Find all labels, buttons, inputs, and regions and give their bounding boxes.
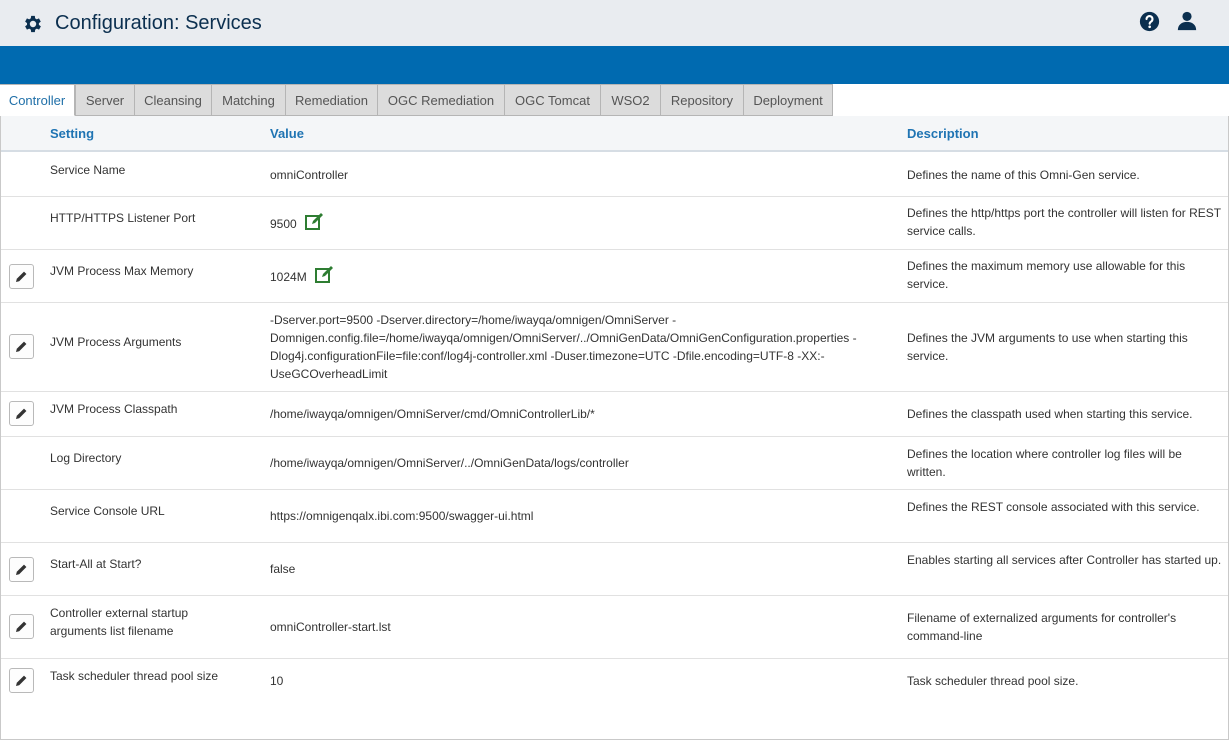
column-header-setting[interactable]: Setting xyxy=(50,126,94,141)
service-tabs: Controller Server Cleansing Matching Rem… xyxy=(0,84,1229,116)
column-header-description[interactable]: Description xyxy=(907,126,979,141)
table-row: Start-All at Start? false Enables starti… xyxy=(1,543,1228,596)
tab-controller[interactable]: Controller xyxy=(0,84,75,116)
setting-description: Defines the classpath used when starting… xyxy=(907,407,1193,421)
edit-value-icon[interactable] xyxy=(304,213,325,231)
setting-description: Defines the name of this Omni-Gen servic… xyxy=(907,168,1140,182)
pencil-icon xyxy=(16,621,27,632)
tab-matching[interactable]: Matching xyxy=(211,84,286,116)
setting-name: Service Name xyxy=(50,163,126,177)
edit-value-icon[interactable] xyxy=(314,266,335,284)
setting-name: Service Console URL xyxy=(50,504,165,518)
setting-value: omniController xyxy=(270,168,349,182)
setting-description: Defines the http/https port the controll… xyxy=(907,206,1221,238)
tab-cleansing[interactable]: Cleansing xyxy=(134,84,212,116)
setting-description: Task scheduler thread pool size. xyxy=(907,674,1079,688)
user-icon[interactable] xyxy=(1176,10,1198,32)
table-header: Setting Value Description xyxy=(1,116,1228,152)
setting-description: Enables starting all services after Cont… xyxy=(907,553,1222,567)
table-row: Log Directory /home/iwayqa/omnigen/OmniS… xyxy=(1,437,1228,490)
tab-remediation[interactable]: Remediation xyxy=(285,84,378,116)
table-row: Service Console URL https://omnigenqalx.… xyxy=(1,490,1228,543)
setting-value-cell: 1024M xyxy=(270,266,335,286)
app-header: Configuration: Services xyxy=(0,0,1229,46)
edit-row-button[interactable] xyxy=(9,401,34,426)
setting-name: Log Directory xyxy=(50,451,122,465)
tab-server[interactable]: Server xyxy=(75,84,135,116)
tab-ogc-tomcat[interactable]: OGC Tomcat xyxy=(504,84,601,116)
table-row: JVM Process Max Memory 1024M Defines the… xyxy=(1,250,1228,303)
setting-description: Filename of externalized arguments for c… xyxy=(907,611,1177,643)
pencil-icon xyxy=(16,271,27,282)
setting-value: https://omnigenqalx.ibi.com:9500/swagger… xyxy=(270,509,534,523)
pencil-icon xyxy=(16,341,27,352)
setting-value: false xyxy=(270,562,296,576)
setting-value: 10 xyxy=(270,674,284,688)
setting-name: Start-All at Start? xyxy=(50,557,142,571)
setting-value: 9500 xyxy=(270,217,297,231)
setting-description: Defines the REST console associated with… xyxy=(907,500,1200,514)
table-row: Task scheduler thread pool size 10 Task … xyxy=(1,659,1228,703)
table-row: JVM Process Classpath /home/iwayqa/omnig… xyxy=(1,392,1228,437)
brand-bar xyxy=(0,46,1229,84)
setting-value: -Dserver.port=9500 -Dserver.directory=/h… xyxy=(270,313,857,381)
tab-deployment[interactable]: Deployment xyxy=(743,84,833,116)
setting-description: Defines the location where controller lo… xyxy=(907,447,1182,479)
tab-ogc-remediation[interactable]: OGC Remediation xyxy=(377,84,505,116)
table-row: JVM Process Arguments -Dserver.port=9500… xyxy=(1,303,1228,392)
column-header-value[interactable]: Value xyxy=(270,126,304,141)
setting-name: JVM Process Arguments xyxy=(50,335,182,349)
pencil-icon xyxy=(16,564,27,575)
edit-row-button[interactable] xyxy=(9,334,34,359)
help-icon[interactable] xyxy=(1139,11,1160,32)
tab-wso2[interactable]: WSO2 xyxy=(600,84,661,116)
edit-row-button[interactable] xyxy=(9,668,34,693)
setting-value-cell: 9500 xyxy=(270,213,325,233)
table-row: Controller external startup arguments li… xyxy=(1,596,1228,659)
edit-row-button[interactable] xyxy=(9,557,34,582)
setting-name: JVM Process Classpath xyxy=(50,402,178,416)
setting-description: Defines the JVM arguments to use when st… xyxy=(907,331,1188,363)
pencil-icon xyxy=(16,408,27,419)
settings-panel: Setting Value Description Service Name o… xyxy=(0,116,1229,740)
gear-icon xyxy=(25,15,41,33)
setting-name: HTTP/HTTPS Listener Port xyxy=(50,211,196,225)
setting-value: /home/iwayqa/omnigen/OmniServer/../OmniG… xyxy=(270,456,629,470)
setting-name: Controller external startup arguments li… xyxy=(50,606,189,638)
setting-value: /home/iwayqa/omnigen/OmniServer/cmd/Omni… xyxy=(270,407,595,421)
setting-value: 1024M xyxy=(270,270,307,284)
edit-row-button[interactable] xyxy=(9,264,34,289)
pencil-icon xyxy=(16,675,27,686)
setting-value: omniController-start.lst xyxy=(270,620,391,634)
edit-row-button[interactable] xyxy=(9,614,34,639)
page-title: Configuration: Services xyxy=(55,12,262,34)
table-row: HTTP/HTTPS Listener Port 9500 Defines th… xyxy=(1,197,1228,250)
tab-repository[interactable]: Repository xyxy=(660,84,744,116)
setting-name: JVM Process Max Memory xyxy=(50,264,194,278)
setting-description: Defines the maximum memory use allowable… xyxy=(907,259,1186,291)
setting-name: Task scheduler thread pool size xyxy=(50,669,219,683)
table-row: Service Name omniController Defines the … xyxy=(1,152,1228,197)
